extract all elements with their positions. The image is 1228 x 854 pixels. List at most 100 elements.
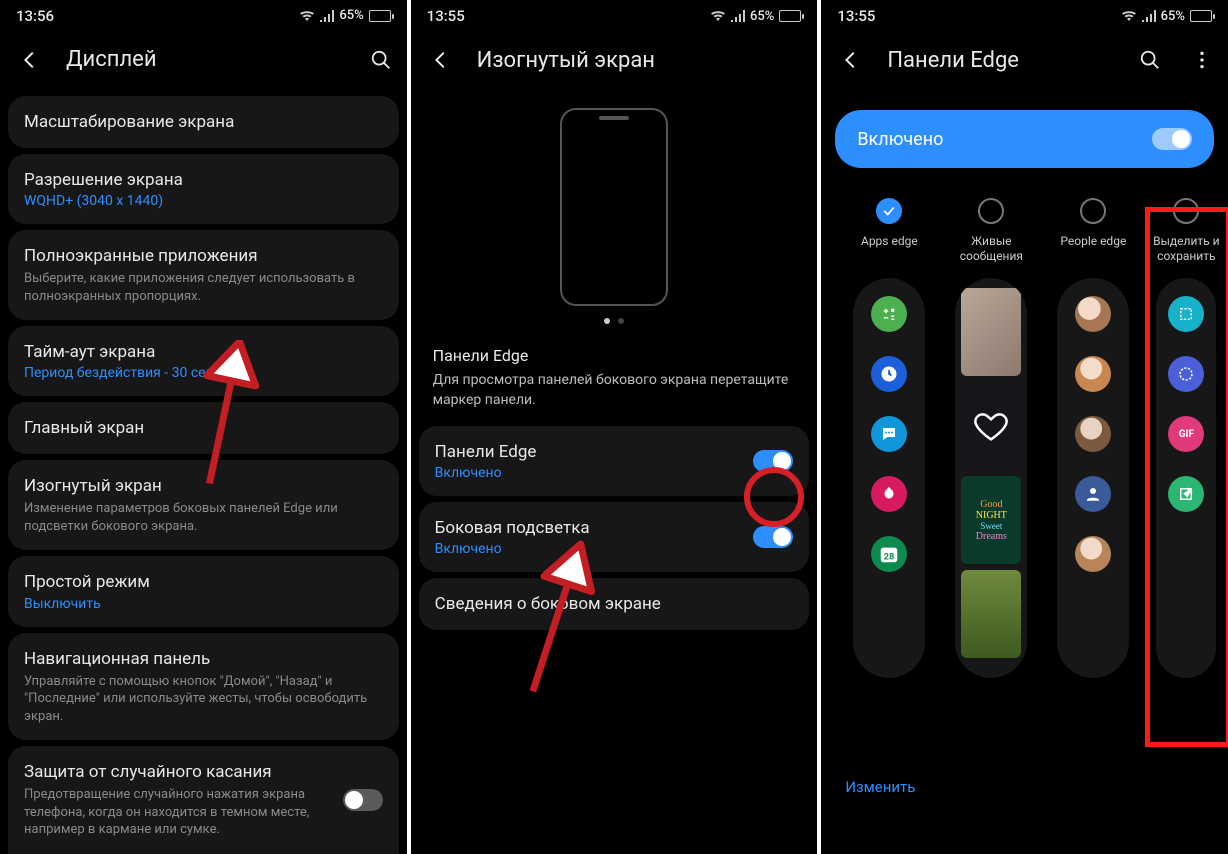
- master-enable-toggle[interactable]: [1152, 128, 1192, 150]
- item-edge-info[interactable]: Сведения о боковом экране: [419, 578, 810, 630]
- battery-percent: 65%: [750, 9, 774, 24]
- panel-preview: [1057, 278, 1129, 678]
- signal-icon: [320, 10, 334, 22]
- panel-check[interactable]: [876, 198, 902, 224]
- label: Включено: [857, 129, 1152, 150]
- edge-description: Панели Edge Для просмотра панелей боково…: [411, 340, 818, 426]
- back-button[interactable]: [835, 44, 867, 76]
- messages-app-icon: [871, 416, 907, 452]
- accidental-touch-toggle[interactable]: [343, 789, 383, 811]
- search-icon: [1139, 49, 1161, 71]
- label: Главный экран: [24, 417, 383, 439]
- settings-list: Масштабирование экрана Разрешение экрана…: [0, 96, 407, 854]
- status-bar: 13:56 65%: [0, 0, 407, 30]
- label: Панели Edge: [435, 441, 742, 463]
- calculator-app-icon: [871, 296, 907, 332]
- item-screen-zoom[interactable]: Масштабирование экрана: [8, 96, 399, 148]
- signal-icon: [731, 10, 745, 22]
- item-edge-screen[interactable]: Изогнутый экран Изменение параметров бок…: [8, 460, 399, 550]
- chevron-left-icon: [430, 49, 452, 71]
- panel-people-edge[interactable]: People edge: [1049, 198, 1137, 678]
- item-screen-resolution[interactable]: Разрешение экрана WQHD+ (3040 x 1440): [8, 154, 399, 224]
- text-line: NIGHT: [976, 510, 1007, 521]
- back-button[interactable]: [425, 44, 457, 76]
- battery-percent: 65%: [1161, 9, 1185, 24]
- item-easy-mode[interactable]: Простой режим Выключить: [8, 556, 399, 626]
- page-title: Изогнутый экран: [477, 48, 808, 73]
- screen-display-settings: 13:56 65% Дисплей Масштабирование экрана…: [0, 0, 407, 854]
- item-screen-timeout[interactable]: Тайм-аут экрана Период бездействия - 30 …: [8, 326, 399, 396]
- panel-preview: Good NIGHT Sweet Dreams: [955, 278, 1027, 678]
- page-title: Дисплей: [66, 47, 345, 72]
- phone-outline-icon: [560, 108, 668, 306]
- text-line: Dreams: [976, 531, 1007, 542]
- item-navigation-bar[interactable]: Навигационная панель Управляйте с помощь…: [8, 633, 399, 741]
- panel-label: Выделить и сохранить: [1151, 234, 1221, 266]
- avatar: [1075, 296, 1111, 332]
- item-home-screen[interactable]: Главный экран: [8, 402, 399, 454]
- edge-panels-toggle[interactable]: [753, 450, 793, 472]
- edge-preview: [411, 96, 818, 340]
- status-time: 13:55: [427, 7, 465, 25]
- search-icon: [370, 49, 392, 71]
- panel-preview: GIF: [1156, 278, 1216, 678]
- svg-text:28: 28: [884, 553, 895, 563]
- panel-label: Apps edge: [861, 234, 918, 266]
- check-icon: [882, 204, 896, 218]
- wifi-icon: [710, 10, 726, 22]
- label: Навигационная панель: [24, 648, 383, 670]
- value: Включено: [435, 541, 742, 557]
- status-time: 13:55: [837, 7, 875, 25]
- description: Управляйте с помощью кнопок "Домой", "На…: [24, 673, 383, 726]
- label: Тайм-аут экрана: [24, 341, 383, 363]
- panel-smart-select[interactable]: Выделить и сохранить GIF: [1151, 198, 1221, 678]
- description: Предотвращение случайного нажатия экрана…: [24, 786, 331, 839]
- status-indicators: 65%: [299, 8, 390, 23]
- text-line: Good: [980, 499, 1002, 510]
- avatar: [1075, 416, 1111, 452]
- item-edge-panels[interactable]: Панели Edge Включено: [419, 426, 810, 496]
- panel-check[interactable]: [1080, 198, 1106, 224]
- item-edge-lighting[interactable]: Боковая подсветка Включено: [419, 502, 810, 572]
- calendar-app-icon: 28: [871, 536, 907, 572]
- panel-label: Живые сообщения: [947, 234, 1035, 266]
- label: Изогнутый экран: [24, 475, 383, 497]
- description: Изменение параметров боковых панелей Edg…: [24, 500, 383, 535]
- more-button[interactable]: [1186, 44, 1218, 76]
- label: Сведения о боковом экране: [435, 593, 794, 615]
- edit-link[interactable]: Изменить: [845, 778, 915, 796]
- back-button[interactable]: [14, 44, 46, 76]
- battery-icon: [369, 10, 391, 22]
- label: Полноэкранные приложения: [24, 245, 383, 267]
- thumbnail: [961, 570, 1021, 658]
- search-button[interactable]: [1134, 44, 1166, 76]
- edge-lighting-toggle[interactable]: [753, 526, 793, 548]
- header: Дисплей: [0, 30, 407, 96]
- select-oval-icon: [1168, 356, 1204, 392]
- panel-apps-edge[interactable]: Apps edge 28: [845, 198, 933, 678]
- screen-edge-panels: 13:55 65% Панели Edge Включено Apps edge: [821, 0, 1228, 854]
- battery-icon: [1190, 10, 1212, 22]
- master-enable-row[interactable]: Включено: [835, 110, 1214, 168]
- desc-title: Панели Edge: [433, 346, 796, 365]
- pin-icon: [1168, 476, 1204, 512]
- wifi-icon: [299, 10, 315, 22]
- header: Изогнутый экран: [411, 30, 818, 96]
- heart-icon: [971, 406, 1011, 446]
- panel-check[interactable]: [1173, 198, 1199, 224]
- avatar: [1075, 536, 1111, 572]
- item-accidental-touch[interactable]: Защита от случайного касания Предотвраще…: [8, 746, 399, 854]
- panel-strip[interactable]: Apps edge 28 Живые сообщения Good NIGHT: [821, 178, 1228, 678]
- clock-app-icon: [871, 356, 907, 392]
- status-bar: 13:55 65%: [821, 0, 1228, 30]
- desc-text: Для просмотра панелей бокового экрана пе…: [433, 371, 796, 410]
- item-fullscreen-apps[interactable]: Полноэкранные приложения Выберите, какие…: [8, 230, 399, 320]
- gallery-app-icon: [871, 476, 907, 512]
- status-indicators: 65%: [710, 9, 801, 24]
- select-rect-icon: [1168, 296, 1204, 332]
- panel-live-messages[interactable]: Живые сообщения Good NIGHT Sweet Dreams: [947, 198, 1035, 678]
- search-button[interactable]: [365, 44, 397, 76]
- panel-check[interactable]: [978, 198, 1004, 224]
- value: WQHD+ (3040 x 1440): [24, 193, 383, 209]
- battery-percent: 65%: [339, 8, 363, 23]
